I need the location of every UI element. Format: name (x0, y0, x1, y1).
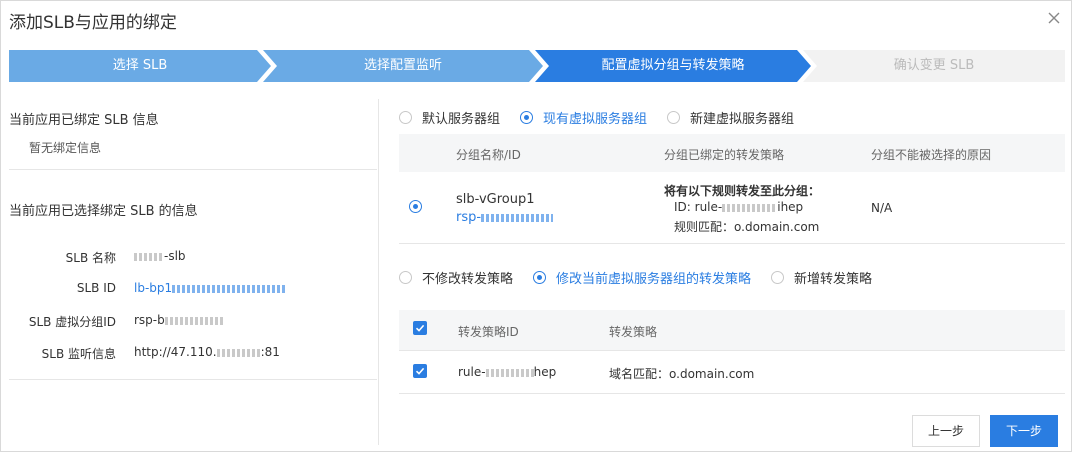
radio-selected-icon (409, 200, 422, 213)
col-policy-id: 转发策略ID (458, 325, 519, 339)
radio-icon (399, 270, 412, 284)
row-divider (399, 393, 1065, 394)
unselectable-reason: N/A (871, 201, 893, 215)
step-bar: 选择 SLB 选择配置监听 配置虚拟分组与转发策略 确认变更 SLB (9, 50, 1065, 82)
policy-match: 规则匹配：o.domain.com (674, 220, 820, 234)
step-select-listener: 选择配置监听 (263, 50, 543, 82)
server-group-radio-group: 默认服务器组 现有虚拟服务器组 新建虚拟服务器组 (399, 107, 814, 127)
bind-slb-dialog: 添加SLB与应用的绑定 选择 SLB 选择配置监听 配置虚拟分组与转发策略 确认… (0, 0, 1072, 452)
slb-listener-value: http://47.110.:81 (134, 345, 280, 359)
policy-radio-group: 不修改转发策略 修改当前虚拟服务器组的转发策略 新增转发策略 (399, 267, 892, 287)
row-checkbox[interactable] (413, 364, 427, 378)
select-all-checkbox[interactable] (413, 321, 427, 335)
col-unselectable-reason: 分组不能被选择的原因 (871, 148, 992, 162)
table-header: 分组名称/ID 分组已绑定的转发策略 分组不能被选择的原因 (399, 134, 1065, 172)
slb-id-label: SLB ID (76, 281, 116, 295)
radio-new-vgroup[interactable]: 新建虚拟服务器组 (667, 108, 794, 127)
slb-vgroup-id-label: SLB 虚拟分组ID (28, 315, 116, 329)
radio-selected-icon (533, 270, 547, 284)
prev-step-button[interactable]: 上一步 (912, 415, 980, 447)
bound-empty-text: 暂无绑定信息 (29, 141, 102, 155)
table-header: 转发策略ID 转发策略 (399, 310, 1065, 350)
col-policy: 转发策略 (609, 325, 658, 339)
step-config-vgroup: 配置虚拟分组与转发策略 (535, 50, 811, 82)
slb-name-label: SLB 名称 (65, 251, 116, 265)
policy-table: 转发策略ID 转发策略 rule-hep 域名匹配：o.domain.com (399, 310, 1065, 394)
radio-modify-policy[interactable]: 修改当前虚拟服务器组的转发策略 (533, 268, 751, 287)
next-step-button[interactable]: 下一步 (990, 415, 1058, 447)
dialog-header: 添加SLB与应用的绑定 (1, 1, 1071, 39)
vgroup-table: 分组名称/ID 分组已绑定的转发策略 分组不能被选择的原因 slb-vGroup… (399, 134, 1065, 244)
col-group-name: 分组名称/ID (456, 148, 521, 162)
slb-id-link[interactable]: lb-bp1 (134, 281, 288, 295)
step-confirm: 确认变更 SLB (803, 50, 1065, 82)
step-select-slb: 选择 SLB (9, 50, 271, 82)
slb-name-value: -slb (134, 249, 186, 263)
row-divider (399, 350, 1065, 351)
bound-slb-title: 当前应用已绑定 SLB 信息 (9, 113, 159, 128)
row-radio[interactable] (409, 200, 432, 213)
radio-keep-policy[interactable]: 不修改转发策略 (399, 268, 513, 287)
selected-slb-title: 当前应用已选择绑定 SLB 的信息 (9, 204, 198, 219)
panel-separator (378, 99, 379, 445)
divider (9, 379, 377, 380)
close-icon[interactable] (1045, 9, 1063, 27)
dialog-title: 添加SLB与应用的绑定 (9, 13, 177, 33)
policy-title: 将有以下规则转发至此分组： (664, 184, 821, 198)
radio-default-group[interactable]: 默认服务器组 (399, 108, 500, 127)
slb-vgroup-id-value: rsp-b (134, 313, 223, 327)
radio-selected-icon (520, 110, 534, 124)
divider (9, 169, 377, 170)
group-id-link[interactable]: rsp- (456, 210, 554, 225)
radio-icon (771, 270, 785, 284)
radio-existing-vgroup[interactable]: 现有虚拟服务器组 (520, 108, 647, 127)
policy-id: rule-hep (458, 365, 557, 379)
policy-rule: 域名匹配：o.domain.com (609, 367, 755, 381)
radio-icon (399, 110, 412, 124)
radio-add-policy[interactable]: 新增转发策略 (771, 268, 872, 287)
left-info-panel: 当前应用已绑定 SLB 信息 暂无绑定信息 当前应用已选择绑定 SLB 的信息 … (9, 99, 377, 445)
policy-id: ID: rule-ihep (674, 200, 804, 214)
slb-listener-label: SLB 监听信息 (41, 347, 116, 361)
radio-icon (667, 110, 681, 124)
group-name: slb-vGroup1 (456, 192, 535, 207)
col-bound-policy: 分组已绑定的转发策略 (664, 148, 785, 162)
row-divider (399, 243, 1065, 244)
